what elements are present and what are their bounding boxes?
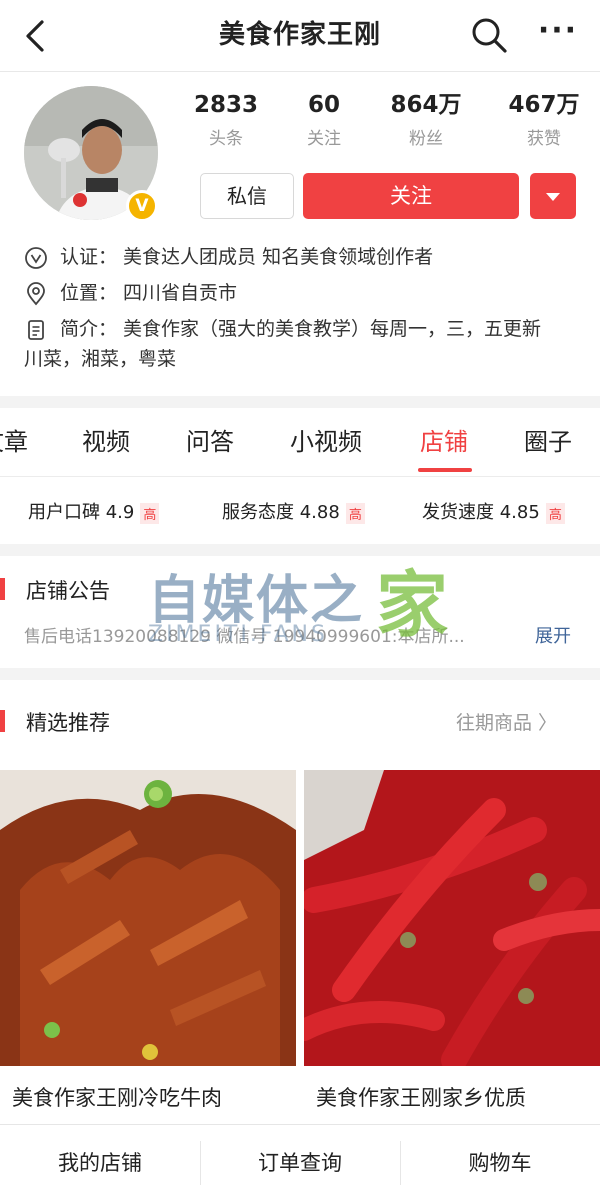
section-divider [0, 668, 600, 680]
tabs-divider [0, 476, 600, 477]
recommend-dropdown-button[interactable] [530, 173, 576, 219]
tab-articles[interactable]: 文章 [0, 422, 28, 457]
verified-badge-icon: V [126, 190, 158, 222]
profile-tabs: 文章 视频 问答 小视频 店铺 圈子 [0, 412, 600, 470]
notice-text: 售后电话13920088129 微信号 19940999601:本店所... [24, 627, 465, 647]
shopping-cart-button[interactable]: 购物车 [400, 1125, 600, 1200]
stat-label: 关注 [307, 129, 341, 149]
more-options-icon[interactable]: ··· [534, 14, 582, 56]
product-card[interactable]: 美食作家王刚冷吃牛肉 [0, 770, 296, 1120]
section-accent-bar [0, 710, 5, 732]
stat-value: 60 [307, 92, 340, 118]
stat-value: 467万 [508, 92, 580, 118]
location-text: 位置： 四川省自贡市 [60, 282, 238, 304]
featured-title: 精选推荐 [26, 711, 110, 735]
section-divider [0, 544, 600, 556]
stat-likes[interactable]: 467万 获赞 [494, 88, 594, 149]
stat-value: 2833 [193, 92, 258, 118]
section-accent-bar [0, 578, 5, 600]
rating-service: 服务态度 4.88 高 [222, 498, 365, 524]
tab-videos[interactable]: 视频 [82, 422, 130, 457]
tab-circle[interactable]: 圈子 [524, 422, 572, 457]
past-products-link[interactable]: 往期商品 〉 [456, 708, 557, 735]
search-icon[interactable] [468, 14, 510, 56]
location-row: 位置： 四川省自贡市 [24, 278, 584, 308]
stat-fans[interactable]: 864万 粉丝 [376, 88, 476, 149]
rating-level-badge: 高 [545, 502, 565, 524]
message-button[interactable]: 私信 [200, 173, 294, 219]
product-name: 美食作家王刚家乡优质 [316, 1086, 526, 1110]
top-nav-bar: 美食作家王刚 ··· [0, 0, 600, 72]
bottom-nav: 我的店铺 订单查询 购物车 [0, 1124, 600, 1200]
shop-ratings: 用户口碑 4.9 高 服务态度 4.88 高 发货速度 4.85 高 [0, 490, 600, 534]
my-shop-button[interactable]: 我的店铺 [0, 1125, 200, 1200]
stat-label: 粉丝 [409, 129, 443, 149]
stat-label: 头条 [209, 129, 243, 149]
product-card[interactable]: 美食作家王刚家乡优质 [304, 770, 600, 1120]
rating-level-badge: 高 [345, 502, 365, 524]
rating-label: 用户口碑 4.9 [28, 502, 135, 523]
certification-text: 认证： 美食达人团成员 知名美食领域创作者 [60, 246, 434, 268]
rating-label: 发货速度 4.85 [422, 502, 540, 523]
rating-level-badge: 高 [140, 502, 160, 524]
stat-value: 864万 [390, 92, 462, 118]
follow-button[interactable]: 关注 [303, 173, 519, 219]
expand-link[interactable]: 展开 [535, 622, 571, 648]
location-pin-icon [24, 282, 48, 306]
product-image [304, 770, 600, 1073]
caret-down-icon [546, 193, 560, 201]
certification-row: 认证： 美食达人团成员 知名美食领域创作者 [24, 242, 584, 272]
rating-shipping: 发货速度 4.85 高 [422, 498, 565, 524]
active-tab-indicator [418, 468, 472, 472]
order-query-button[interactable]: 订单查询 [200, 1125, 400, 1200]
avatar[interactable]: V [24, 86, 158, 222]
stat-articles[interactable]: 2833 头条 [176, 88, 276, 149]
stat-label: 获赞 [527, 129, 561, 149]
rating-label: 服务态度 4.88 [222, 502, 340, 523]
page-title: 美食作家王刚 [218, 20, 381, 50]
notice-title: 店铺公告 [26, 579, 110, 603]
rating-reputation: 用户口碑 4.9 高 [28, 498, 160, 524]
intro-text: 简介： 美食作家（强大的美食教学）每周一，三，五更新川菜，湘菜，粤菜 [24, 318, 542, 370]
stat-following[interactable]: 60 关注 [274, 88, 374, 149]
product-image [0, 770, 296, 1066]
profile-stats: 2833 头条 60 关注 864万 粉丝 467万 获赞 [190, 88, 590, 158]
tab-shop[interactable]: 店铺 [420, 422, 468, 457]
certification-icon [24, 246, 48, 270]
tab-short-videos[interactable]: 小视频 [290, 422, 362, 457]
tab-qa[interactable]: 问答 [186, 422, 234, 457]
product-name: 美食作家王刚冷吃牛肉 [12, 1086, 222, 1110]
intro-row: 简介： 美食作家（强大的美食教学）每周一，三，五更新川菜，湘菜，粤菜 [24, 314, 584, 376]
section-divider [0, 396, 600, 408]
